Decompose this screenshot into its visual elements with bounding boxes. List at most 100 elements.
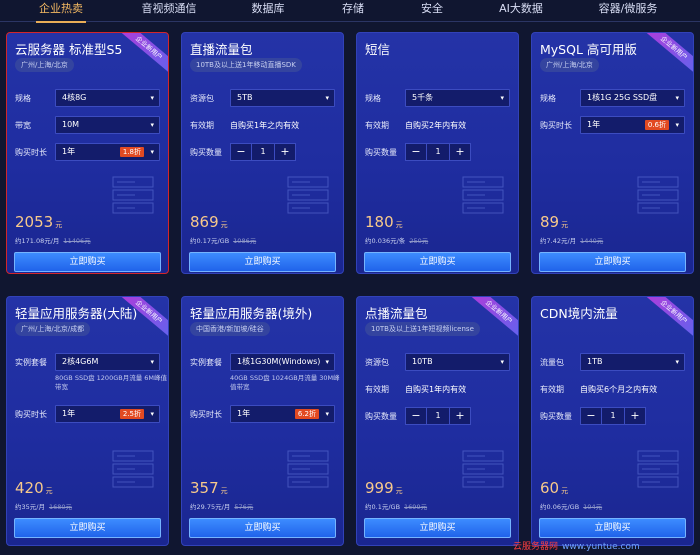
product-card: 点播流量包 10TB及以上送1年短视频license 企业新用户 资源包 10TB ▾ 有…	[356, 296, 519, 546]
option-select[interactable]: 1核1G 25G SSD盘 ▾	[580, 89, 685, 107]
row-label: 购买时长	[540, 121, 572, 130]
tab-ai-bigdata[interactable]: AI大数据	[494, 0, 548, 22]
quantity-value[interactable]: 1	[426, 144, 450, 160]
price-value: 60	[540, 479, 560, 497]
original-price: 1440元	[580, 237, 604, 245]
buy-now-button[interactable]: 立即购买	[364, 252, 511, 272]
server-illustration-icon	[112, 450, 154, 488]
tab-container[interactable]: 容器/微服务	[592, 0, 664, 22]
select-value: 1年	[62, 147, 76, 156]
server-illustration-icon	[287, 450, 329, 488]
validity-text: 自购买2年内有效	[405, 121, 467, 130]
buy-now-button[interactable]: 立即购买	[189, 518, 336, 538]
tab-database[interactable]: 数据库	[246, 0, 290, 22]
row-label: 有效期	[190, 121, 214, 130]
region-badge: 中国香港/新加坡/硅谷	[190, 322, 270, 336]
option-select[interactable]: 5TB ▾	[230, 89, 335, 107]
buy-now-button[interactable]: 立即购买	[539, 518, 686, 538]
product-card: 云服务器 标准型S5 广州/上海/北京 企业新用户 规格 4核8G ▾ 带宽 10M ▾ 购买…	[6, 32, 169, 274]
decrement-button[interactable]: −	[406, 408, 426, 424]
original-price: 104元	[583, 503, 603, 511]
card-title: 轻量应用服务器(大陆)	[15, 306, 138, 321]
product-card: MySQL 高可用版 广州/上海/北京 企业新用户 规格 1核1G 25G SSD盘 ▾…	[531, 32, 694, 274]
chevron-down-icon: ▾	[325, 358, 329, 366]
price: 999 元	[365, 479, 403, 497]
quantity-value[interactable]: 1	[601, 408, 625, 424]
option-select[interactable]: 4核8G ▾	[55, 89, 160, 107]
increment-button[interactable]: +	[450, 408, 470, 424]
option-select[interactable]: 1TB ▾	[580, 353, 685, 371]
card-title: 云服务器 标准型S5	[15, 42, 123, 57]
monthly-price: 约0.06元/GB 104元	[540, 501, 602, 511]
price-value: 180	[365, 213, 394, 231]
price-unit: 元	[561, 487, 569, 495]
select-value: 1核1G 25G SSD盘	[587, 93, 658, 102]
region-badge: 广州/上海/北京	[15, 58, 74, 72]
quantity-value[interactable]: 1	[426, 408, 450, 424]
product-card: 直播流量包 10TB及以上送1年移动直播SDK 资源包 5TB ▾ 有效期 自购买1年之内…	[181, 32, 344, 274]
price: 2053 元	[15, 213, 62, 231]
decrement-button[interactable]: −	[231, 144, 251, 160]
option-select[interactable]: 5千条 ▾	[405, 89, 510, 107]
tab-storage[interactable]: 存储	[335, 0, 371, 22]
price: 180 元	[365, 213, 403, 231]
discount-badge: 2.5折	[119, 409, 144, 419]
buy-now-button[interactable]: 立即购买	[539, 252, 686, 272]
chevron-down-icon: ▾	[325, 410, 329, 418]
card-title: 轻量应用服务器(境外)	[190, 306, 313, 321]
row-label: 购买时长	[15, 410, 47, 419]
row-label: 有效期	[540, 385, 564, 394]
buy-now-button[interactable]: 立即购买	[14, 518, 161, 538]
server-illustration-icon	[637, 450, 679, 488]
quantity-stepper: − 1 +	[405, 407, 471, 425]
option-select[interactable]: 1年 2.5折 ▾	[55, 405, 160, 423]
increment-button[interactable]: +	[450, 144, 470, 160]
price: 60 元	[540, 479, 568, 497]
option-select[interactable]: 1年 1.8折 ▾	[55, 143, 160, 161]
chevron-down-icon: ▾	[675, 121, 679, 129]
unit-price: 约35元/月	[15, 503, 45, 511]
tab-security[interactable]: 安全	[414, 0, 450, 22]
price: 89 元	[540, 213, 568, 231]
price: 357 元	[190, 479, 228, 497]
row-label: 有效期	[365, 385, 389, 394]
decrement-button[interactable]: −	[406, 144, 426, 160]
buy-now-button[interactable]: 立即购买	[14, 252, 161, 272]
price-value: 420	[15, 479, 44, 497]
server-illustration-icon	[637, 176, 679, 214]
price: 420 元	[15, 479, 53, 497]
row-label: 购买数量	[365, 148, 397, 157]
option-select[interactable]: 1年 0.6折 ▾	[580, 116, 685, 134]
buy-now-button[interactable]: 立即购买	[189, 252, 336, 272]
unit-price: 约0.036元/条	[365, 237, 406, 245]
price-unit: 元	[395, 487, 403, 495]
option-select[interactable]: 1核1G30M(Windows) ▾	[230, 353, 335, 371]
select-value: 10TB	[412, 357, 433, 366]
chevron-down-icon: ▾	[150, 410, 154, 418]
watermark: 云服务器网 www.yuntue.com	[513, 539, 640, 552]
row-label: 有效期	[365, 121, 389, 130]
option-select[interactable]: 10M ▾	[55, 116, 160, 134]
validity-text: 自购买1年内有效	[405, 385, 467, 394]
watermark-url: www.yuntue.com	[562, 542, 640, 552]
increment-button[interactable]: +	[625, 408, 645, 424]
select-value: 1年	[237, 409, 251, 418]
buy-now-button[interactable]: 立即购买	[364, 518, 511, 538]
category-tabs: 企业热卖 音视频通信 数据库 存储 安全 AI大数据 容器/微服务	[0, 0, 700, 23]
original-price: 576元	[234, 503, 254, 511]
option-select[interactable]: 1年 6.2折 ▾	[230, 405, 335, 423]
option-select[interactable]: 10TB ▾	[405, 353, 510, 371]
price-unit: 元	[561, 221, 569, 229]
option-select[interactable]: 2核4G6M ▾	[55, 353, 160, 371]
price-value: 2053	[15, 213, 54, 231]
price-unit: 元	[55, 221, 63, 229]
decrement-button[interactable]: −	[581, 408, 601, 424]
increment-button[interactable]: +	[275, 144, 295, 160]
row-label: 购买时长	[15, 148, 47, 157]
row-label: 流量包	[540, 358, 564, 367]
watermark-name: 云服务器网	[513, 542, 559, 552]
tab-enterprise-hot[interactable]: 企业热卖	[32, 0, 90, 23]
region-badge: 广州/上海/北京/成都	[15, 322, 91, 336]
tab-audio-video[interactable]: 音视频通信	[134, 0, 204, 22]
quantity-value[interactable]: 1	[251, 144, 275, 160]
